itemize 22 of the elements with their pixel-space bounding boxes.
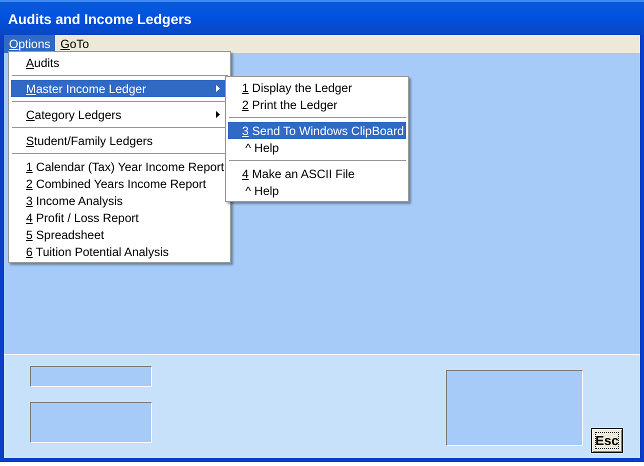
esc-button[interactable]: Esc	[591, 428, 623, 453]
menu-item[interactable]: Audits	[11, 54, 228, 71]
menu-item[interactable]: 4 Profit / Loss Report	[11, 209, 228, 226]
menu-item[interactable]: 1 Display the Ledger	[228, 79, 406, 96]
menu-item[interactable]: ^ Help	[228, 182, 406, 199]
submenu-arrow-icon	[216, 111, 220, 118]
window-title: Audits and Income Ledgers	[8, 10, 192, 26]
menu-item[interactable]: 3 Income Analysis	[11, 192, 228, 209]
menu-item[interactable]: 6 Tuition Potential Analysis	[11, 243, 228, 260]
menu-bar-item[interactable]: Options	[4, 35, 56, 53]
menu-item[interactable]: Master Income Ledger	[11, 80, 228, 97]
menu-item[interactable]: 4 Make an ASCII File	[228, 165, 406, 182]
menu-item[interactable]: Student/Family Ledgers	[11, 132, 228, 149]
menu-item[interactable]: ^ Help	[228, 139, 406, 156]
menu-item[interactable]: 3 Send To Windows ClipBoard	[228, 122, 406, 139]
menu-item[interactable]: 5 Spreadsheet	[11, 226, 228, 243]
menu-item[interactable]: 2 Combined Years Income Report	[11, 175, 228, 192]
menu-item[interactable]: 1 Calendar (Tax) Year Income Report	[11, 158, 228, 175]
menu-item[interactable]: Category Ledgers	[11, 106, 228, 123]
menu-bar-item[interactable]: GoTo	[55, 35, 94, 53]
submenu-arrow-icon	[216, 85, 220, 92]
menu-item[interactable]: 2 Print the Ledger	[228, 96, 406, 113]
